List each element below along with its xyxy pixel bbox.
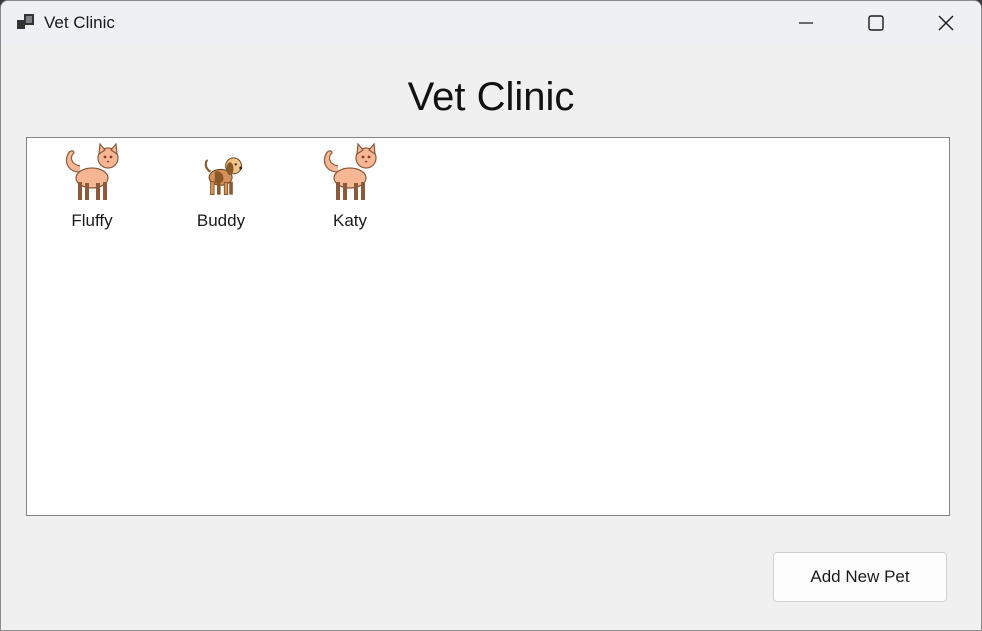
app-window: Vet Clinic Vet Clinic Fluffy Buddy Katy … (0, 0, 982, 631)
page-title: Vet Clinic (407, 75, 575, 119)
close-button[interactable] (911, 1, 981, 45)
dog-icon (204, 157, 243, 195)
minimize-button[interactable] (771, 1, 841, 45)
title-bar[interactable]: Vet Clinic (1, 1, 981, 45)
list-item[interactable]: Fluffy (37, 142, 147, 238)
cat-icon (65, 142, 119, 200)
window-title: Vet Clinic (44, 13, 115, 32)
minimize-icon (799, 22, 813, 24)
pet-name: Fluffy (71, 211, 113, 230)
list-item[interactable]: Katy (295, 142, 405, 238)
app-window-icon (17, 14, 34, 29)
close-icon (938, 15, 954, 31)
pet-name: Buddy (196, 211, 246, 230)
maximize-button[interactable] (841, 1, 911, 45)
list-item[interactable]: Buddy (166, 142, 276, 238)
add-new-pet-button[interactable]: Add New Pet (773, 552, 947, 602)
pet-name: Katy (332, 211, 368, 230)
cat-icon (323, 142, 377, 200)
pet-list[interactable]: Fluffy Buddy Katy (26, 137, 950, 516)
maximize-icon (868, 15, 884, 31)
